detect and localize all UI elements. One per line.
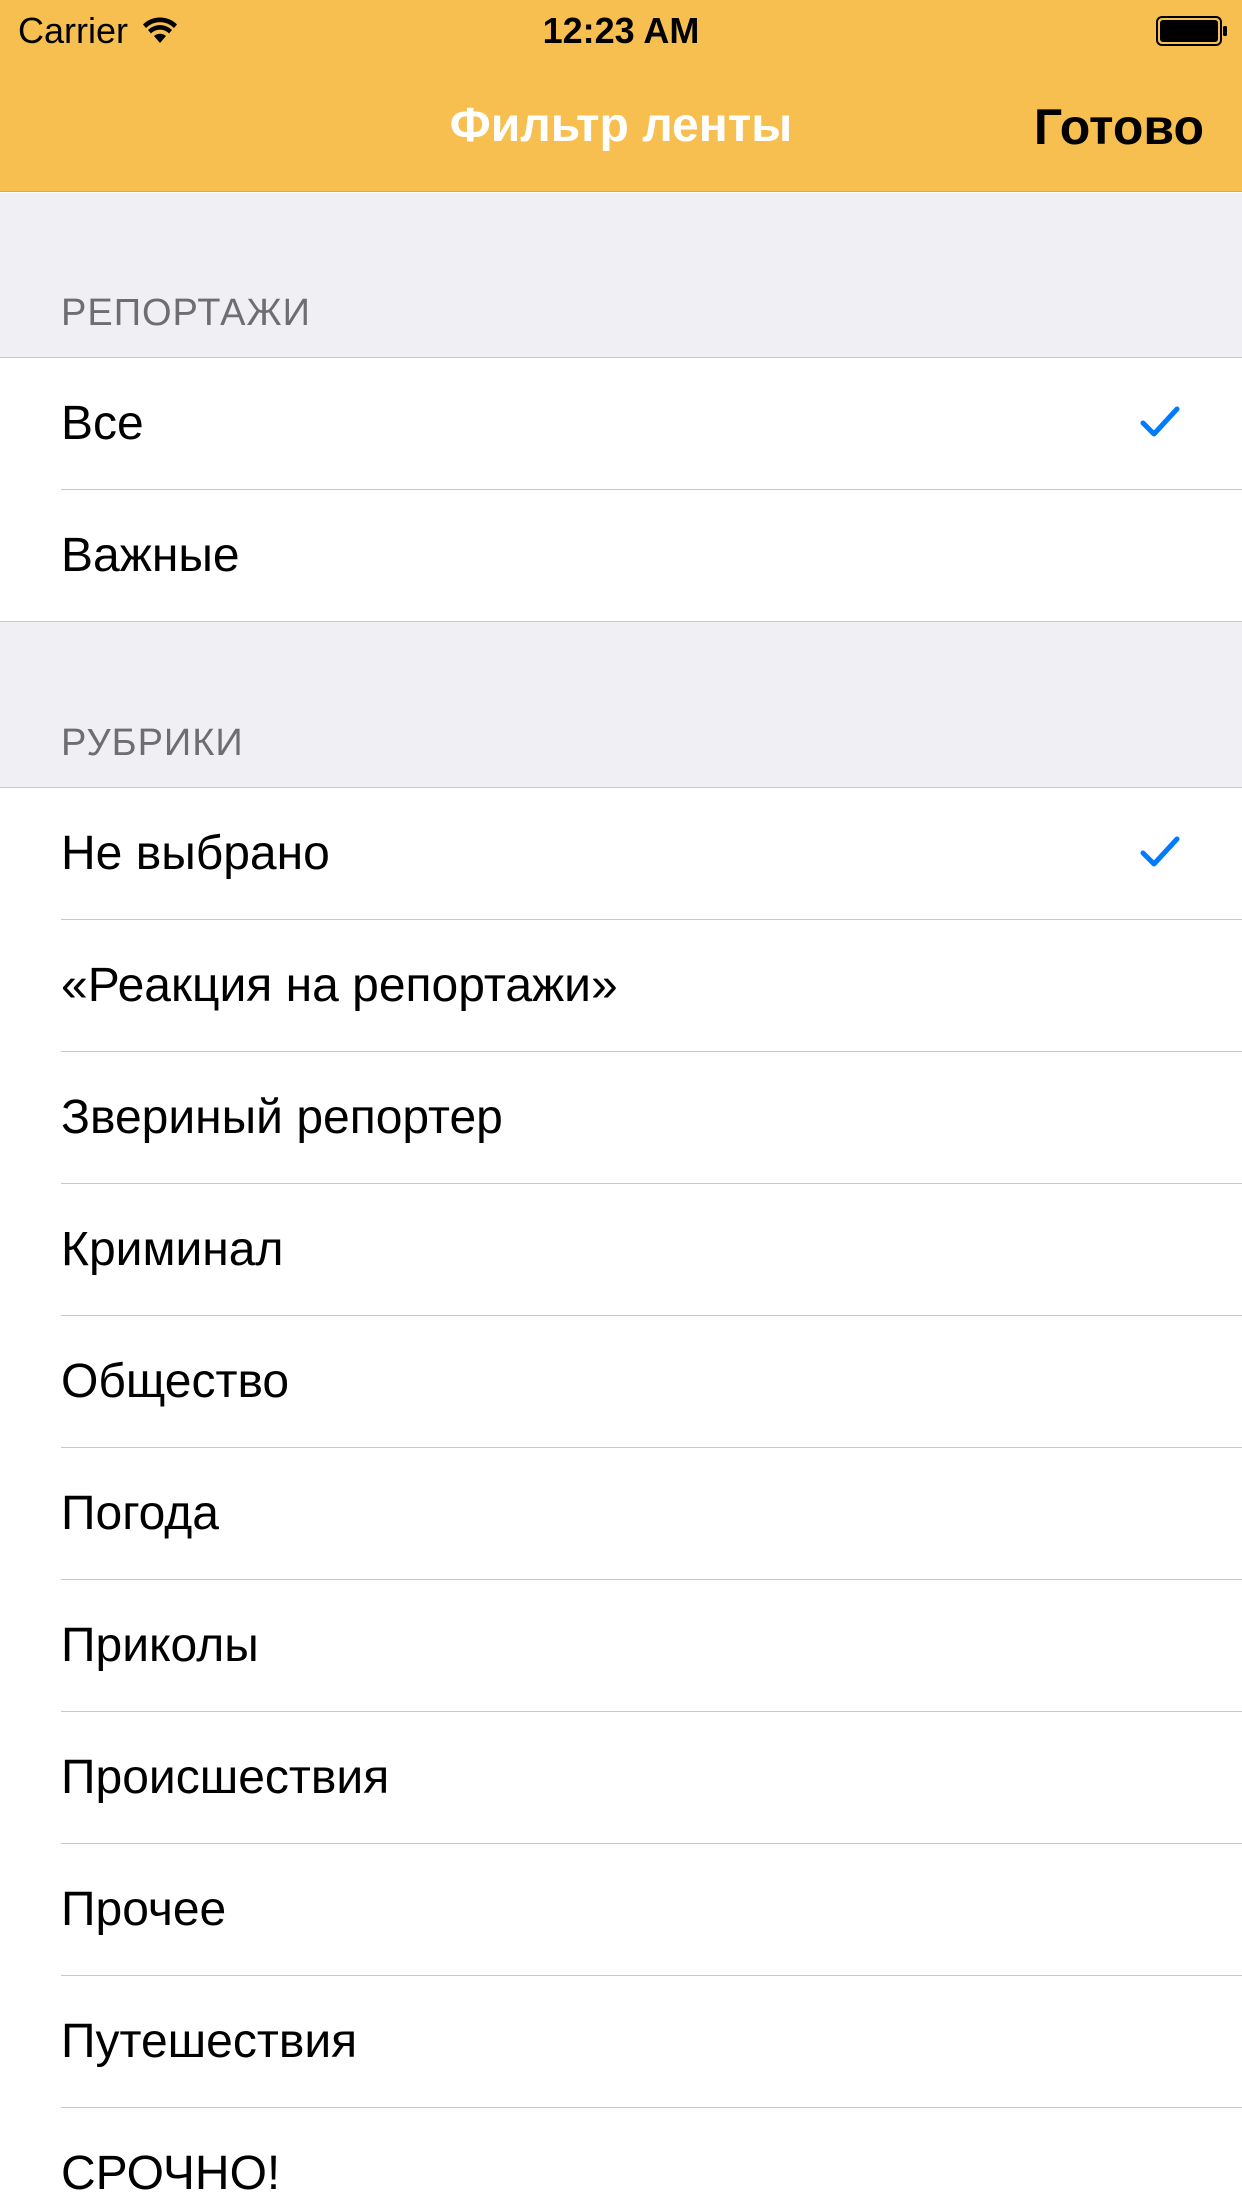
checkmark-icon <box>1140 406 1180 437</box>
list-item-label: Путешествия <box>61 2015 358 2068</box>
section-title-categories: РУБРИКИ <box>61 722 244 764</box>
navigation-bar: Фильтр ленты Готово <box>0 60 1242 192</box>
done-button[interactable]: Готово <box>1034 98 1204 156</box>
list-item-label: Происшествия <box>61 1751 390 1804</box>
list-item-not-selected[interactable]: Не выбрано <box>0 788 1242 920</box>
list-item-label: Звериный репортер <box>61 1091 503 1144</box>
section-title-reports: РЕПОРТАЖИ <box>61 292 311 334</box>
list-item-weather[interactable]: Погода <box>0 1448 1242 1580</box>
list-item-reaction[interactable]: «Реакция на репортажи» <box>0 920 1242 1052</box>
list-item-crime[interactable]: Криминал <box>0 1184 1242 1316</box>
list-item-label: Все <box>61 397 144 450</box>
section-header-categories: РУБРИКИ <box>0 622 1242 788</box>
list-item-all[interactable]: Все <box>0 358 1242 490</box>
screen: Carrier 12:23 AM Фильтр ленты Готово РЕП… <box>0 0 1242 2208</box>
list-item-travel[interactable]: Путешествия <box>0 1976 1242 2108</box>
list-item-label: Криминал <box>61 1223 284 1276</box>
list-item-label: СРОЧНО! <box>61 2147 281 2200</box>
list-item-label: Погода <box>61 1487 219 1540</box>
list-item-incidents[interactable]: Происшествия <box>0 1712 1242 1844</box>
list-item-label: Прочее <box>61 1883 227 1936</box>
list-item-label: Приколы <box>61 1619 259 1672</box>
list-item-other[interactable]: Прочее <box>0 1844 1242 1976</box>
list-item-jokes[interactable]: Приколы <box>0 1580 1242 1712</box>
battery-icon <box>1156 16 1227 46</box>
list-item-label: «Реакция на репортажи» <box>61 959 618 1012</box>
list-item-urgent[interactable]: СРОЧНО! <box>0 2108 1242 2208</box>
header: Carrier 12:23 AM Фильтр ленты Готово <box>0 0 1242 192</box>
status-bar: Carrier 12:23 AM <box>0 0 1242 60</box>
checkmark-icon <box>1140 836 1180 867</box>
status-time: 12:23 AM <box>542 10 700 51</box>
list-item-label: Общество <box>61 1355 290 1408</box>
list-item-animal-reporter[interactable]: Звериный репортер <box>0 1052 1242 1184</box>
section-header-reports: РЕПОРТАЖИ <box>0 193 1242 358</box>
list-item-important[interactable]: Важные <box>0 490 1242 622</box>
list-item-label: Не выбрано <box>61 827 330 880</box>
list-item-label: Важные <box>61 529 240 582</box>
list-item-society[interactable]: Общество <box>0 1316 1242 1448</box>
